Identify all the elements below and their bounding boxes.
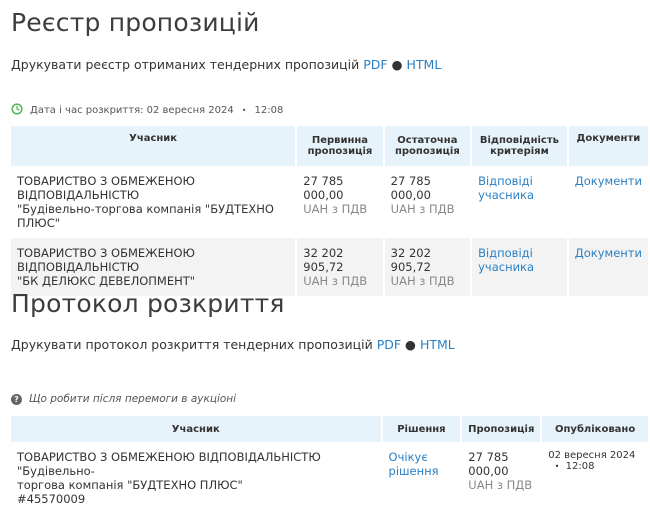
opening-time: 12:08 xyxy=(254,105,284,116)
header-participant: Учасник xyxy=(11,126,296,166)
opening-date-label: Дата і час розкриття: 02 вересня 2024 xyxy=(30,105,234,116)
header-final-offer: Остаточна пропозиція xyxy=(384,126,471,166)
criteria-cell: Відповіді учасника xyxy=(472,166,567,238)
participant-name: ТОВАРИСТВО З ОБМЕЖЕНОЮ ВІДПОВІДАЛЬНІСТЮ "… xyxy=(11,238,296,296)
decision-cell: Очікує рішення xyxy=(383,442,461,514)
auction-help-link[interactable]: ? Що робити після перемоги в аукціоні xyxy=(11,393,236,405)
auction-help-text: Що робити після перемоги в аукціоні xyxy=(29,393,237,405)
participant-name: ТОВАРИСТВО З ОБМЕЖЕНОЮ ВІДПОВІДАЛЬНІСТЮ … xyxy=(17,450,321,506)
protocol-print-text: Друкувати протокол розкриття тендерних п… xyxy=(11,337,373,352)
header-participant: Учасник xyxy=(11,416,381,442)
documents-link[interactable]: Документи xyxy=(575,246,642,260)
registry-pdf-link[interactable]: PDF xyxy=(363,57,387,72)
participant-answers-link[interactable]: Відповіді учасника xyxy=(478,174,534,202)
initial-offer: 32 202 905,72 UAH з ПДВ xyxy=(297,238,383,296)
final-offer: 32 202 905,72 UAH з ПДВ xyxy=(384,238,471,296)
participant-name: ТОВАРИСТВО З ОБМЕЖЕНОЮ ВІДПОВІДАЛЬНІСТЮ "… xyxy=(17,174,274,230)
separator-dot: ● xyxy=(391,57,403,72)
header-criteria: Відповідність критеріям xyxy=(472,126,567,166)
protocol-title: Протокол розкриття xyxy=(11,289,285,318)
date-bullet: • xyxy=(241,106,247,115)
offer-cell: 27 785 000,00 UAH з ПДВ xyxy=(468,450,533,492)
header-offer: Пропозиція xyxy=(462,416,541,442)
criteria-cell: Відповіді учасника xyxy=(472,238,567,296)
table-row: ТОВАРИСТВО З ОБМЕЖЕНОЮ ВІДПОВІДАЛЬНІСТЮ "… xyxy=(11,238,648,296)
header-initial-offer: Первинна пропозиція xyxy=(297,126,383,166)
registry-print-text: Друкувати реєстр отриманих тендерних про… xyxy=(11,57,360,72)
documents-link[interactable]: Документи xyxy=(575,174,642,188)
awaiting-decision-link[interactable]: Очікує рішення xyxy=(389,450,439,478)
registry-title: Реєстр пропозицій xyxy=(11,8,260,37)
table-row: ТОВАРИСТВО З ОБМЕЖЕНОЮ ВІДПОВІДАЛЬНІСТЮ "… xyxy=(11,166,648,238)
documents-cell: Документи xyxy=(568,238,648,296)
protocol-pdf-link[interactable]: PDF xyxy=(377,337,401,352)
opening-date-line: Дата і час розкриття: 02 вересня 2024 • … xyxy=(11,103,283,118)
registry-table: Учасник Первинна пропозиція Остаточна проп… xyxy=(9,126,650,296)
final-offer: 27 785 000,00 UAH з ПДВ xyxy=(390,174,455,216)
protocol-html-link[interactable]: HTML xyxy=(420,337,455,352)
registry-print-line: Друкувати реєстр отриманих тендерних про… xyxy=(11,57,441,72)
header-documents: Документи xyxy=(568,126,648,166)
clock-icon xyxy=(11,103,23,118)
published-cell: 02 вересня 2024 • 12:08 xyxy=(548,450,636,472)
header-decision: Рішення xyxy=(382,416,461,442)
table-row: ТОВАРИСТВО З ОБМЕЖЕНОЮ ВІДПОВІДАЛЬНІСТЮ … xyxy=(11,442,648,514)
registry-html-link[interactable]: HTML xyxy=(407,57,442,72)
header-published: Опубліковано xyxy=(542,416,648,442)
participant-answers-link[interactable]: Відповіді учасника xyxy=(478,246,534,274)
protocol-table: Учасник Рішення Пропозиція Опубліковано … xyxy=(9,416,650,514)
separator-dot: ● xyxy=(405,337,416,352)
initial-offer: 27 785 000,00 UAH з ПДВ xyxy=(303,174,368,216)
protocol-print-line: Друкувати протокол розкриття тендерних п… xyxy=(11,337,455,352)
documents-cell: Документи xyxy=(569,166,648,238)
question-circle-icon: ? xyxy=(11,393,22,405)
